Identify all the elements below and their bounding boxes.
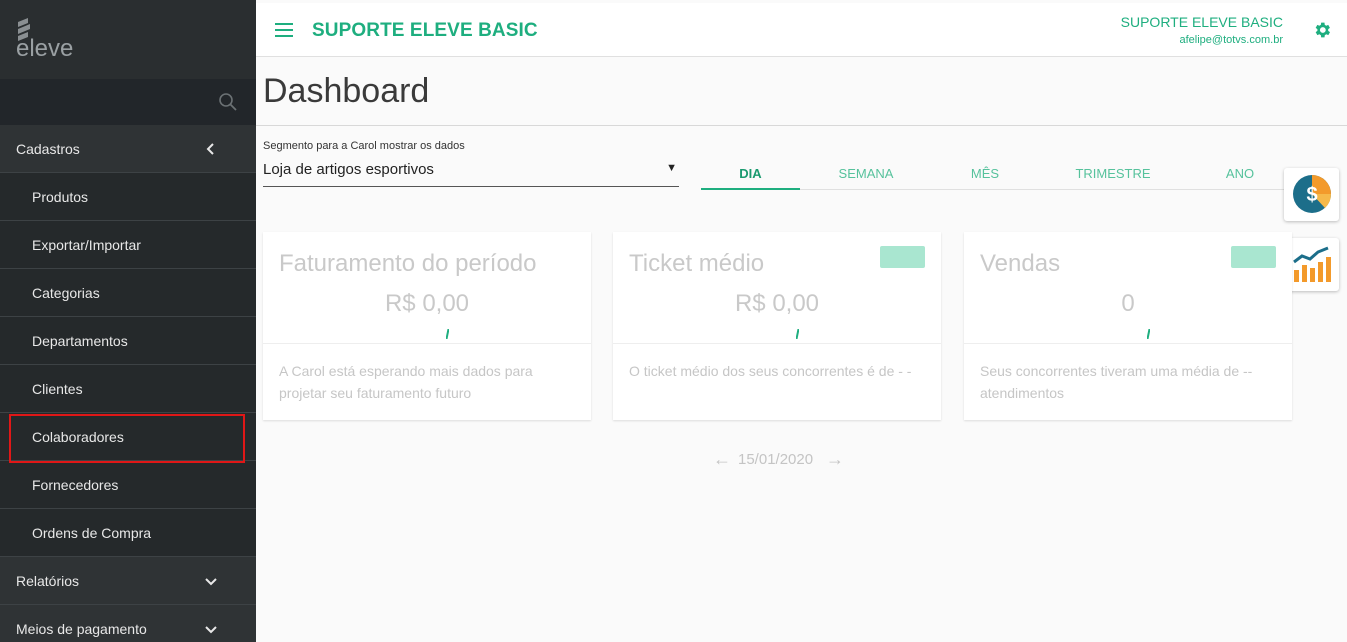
sidebar-item-colaboradores[interactable]: Colaboradores <box>0 413 256 461</box>
sidebar-item-exportar-importar[interactable]: Exportar/Importar <box>0 221 256 269</box>
card-divider <box>263 343 591 344</box>
card-value: R$ 0,00 <box>384 290 470 317</box>
gear-icon[interactable] <box>1312 20 1332 40</box>
sidebar-item-label: Departamentos <box>32 332 128 349</box>
card-value: 0 <box>1121 290 1135 317</box>
user-email: afelipe@totvs.com.br <box>1179 34 1284 46</box>
card-description: A Carol está esperando mais dados para p… <box>279 363 533 401</box>
segment-value: Loja de artigos esportivos <box>263 161 434 178</box>
logo-area: eleve <box>0 0 256 79</box>
card-value: R$ 0,00 <box>734 290 820 317</box>
card-divider <box>964 343 1292 344</box>
chevron-down-icon <box>205 577 217 585</box>
sidebar-item-ordens-de-compra[interactable]: Ordens de Compra <box>0 509 256 557</box>
bar-trend-icon <box>1293 246 1331 282</box>
card-vendas: Vendas 0 Seus concorrentes tiveram uma m… <box>964 232 1292 420</box>
sidebar-item-label: Categorias <box>32 284 100 301</box>
sidebar-group-relatorios[interactable]: Relatórios <box>0 557 256 605</box>
dollar-pie-icon: $ <box>1293 175 1332 213</box>
tab-mes[interactable]: MÊS <box>951 166 1019 181</box>
sparkline-mark <box>1147 329 1150 339</box>
current-date: 15/01/2020 <box>738 451 814 468</box>
card-description: Seus concorrentes tiveram uma média de -… <box>980 363 1253 401</box>
card-title: Vendas <box>980 250 1061 277</box>
card-badge <box>880 246 925 268</box>
sidebar-item-label: Exportar/Importar <box>32 236 141 253</box>
card-title: Ticket médio <box>629 250 765 277</box>
chevron-down-icon <box>205 625 217 633</box>
page-title: Dashboard <box>263 72 430 110</box>
dollar-chart-button[interactable]: $ <box>1284 168 1339 221</box>
segment-label: Segmento para a Carol mostrar os dados <box>263 140 465 152</box>
sidebar-item-label: Fornecedores <box>32 476 119 493</box>
sidebar-item-label: Ordens de Compra <box>32 524 152 541</box>
search-icon[interactable] <box>218 92 238 112</box>
sidebar-group-cadastros[interactable]: Cadastros <box>0 125 256 173</box>
tab-indicator <box>701 188 800 190</box>
card-faturamento: Faturamento do período R$ 0,00 A Carol e… <box>263 232 591 420</box>
arrow-right-icon[interactable]: → <box>826 449 844 470</box>
date-navigator: ← 15/01/2020 → <box>713 449 853 469</box>
tab-dia[interactable]: DIA <box>701 166 800 181</box>
sidebar-item-clientes[interactable]: Clientes <box>0 365 256 413</box>
card-badge <box>1231 246 1276 268</box>
period-tabs: DIA SEMANA MÊS TRIMESTRE ANO <box>701 158 1289 190</box>
title-divider <box>256 125 1347 126</box>
sidebar-group-label: Relatórios <box>16 572 80 589</box>
tab-trimestre[interactable]: TRIMESTRE <box>1061 166 1165 181</box>
logo-text: eleve <box>16 35 73 62</box>
card-title: Faturamento do período <box>279 250 537 277</box>
app-title: SUPORTE ELEVE BASIC <box>312 20 538 41</box>
sidebar-item-produtos[interactable]: Produtos <box>0 173 256 221</box>
sidebar-group-meios-de-pagamento[interactable]: Meios de pagamento <box>0 605 256 642</box>
card-divider <box>613 343 941 344</box>
svg-text:$: $ <box>1306 184 1317 206</box>
sidebar-group-label: Cadastros <box>16 140 80 157</box>
sidebar-item-label: Produtos <box>32 188 89 205</box>
eleve-logo: eleve <box>16 18 73 62</box>
chevron-left-icon <box>206 142 214 155</box>
sidebar-item-departamentos[interactable]: Departamentos <box>0 317 256 365</box>
tab-ano[interactable]: ANO <box>1209 166 1271 181</box>
hamburger-menu-icon[interactable] <box>275 23 293 37</box>
sidebar-search[interactable] <box>0 79 256 125</box>
dropdown-arrow-icon: ▼ <box>666 162 677 174</box>
sidebar-item-fornecedores[interactable]: Fornecedores <box>0 461 256 509</box>
arrow-left-icon[interactable]: ← <box>713 449 731 470</box>
sidebar-item-label: Colaboradores <box>32 428 124 445</box>
sidebar-item-label: Clientes <box>32 380 83 397</box>
card-ticket-medio: Ticket médio R$ 0,00 O ticket médio dos … <box>613 232 941 420</box>
sparkline-mark <box>796 329 799 339</box>
trend-chart-button[interactable] <box>1284 238 1339 291</box>
sparkline-mark <box>446 329 449 339</box>
sidebar-group-label: Meios de pagamento <box>16 620 147 637</box>
sidebar-item-categorias[interactable]: Categorias <box>0 269 256 317</box>
tab-semana[interactable]: SEMANA <box>813 166 919 181</box>
card-description: O ticket médio dos seus concorrentes é d… <box>629 363 912 379</box>
sidebar: eleve Cadastros Produtos Exportar/Import… <box>0 0 256 642</box>
topbar: SUPORTE ELEVE BASIC SUPORTE ELEVE BASIC … <box>256 3 1347 57</box>
segment-select[interactable]: Loja de artigos esportivos ▼ <box>263 158 679 187</box>
user-name[interactable]: SUPORTE ELEVE BASIC <box>1121 14 1283 30</box>
